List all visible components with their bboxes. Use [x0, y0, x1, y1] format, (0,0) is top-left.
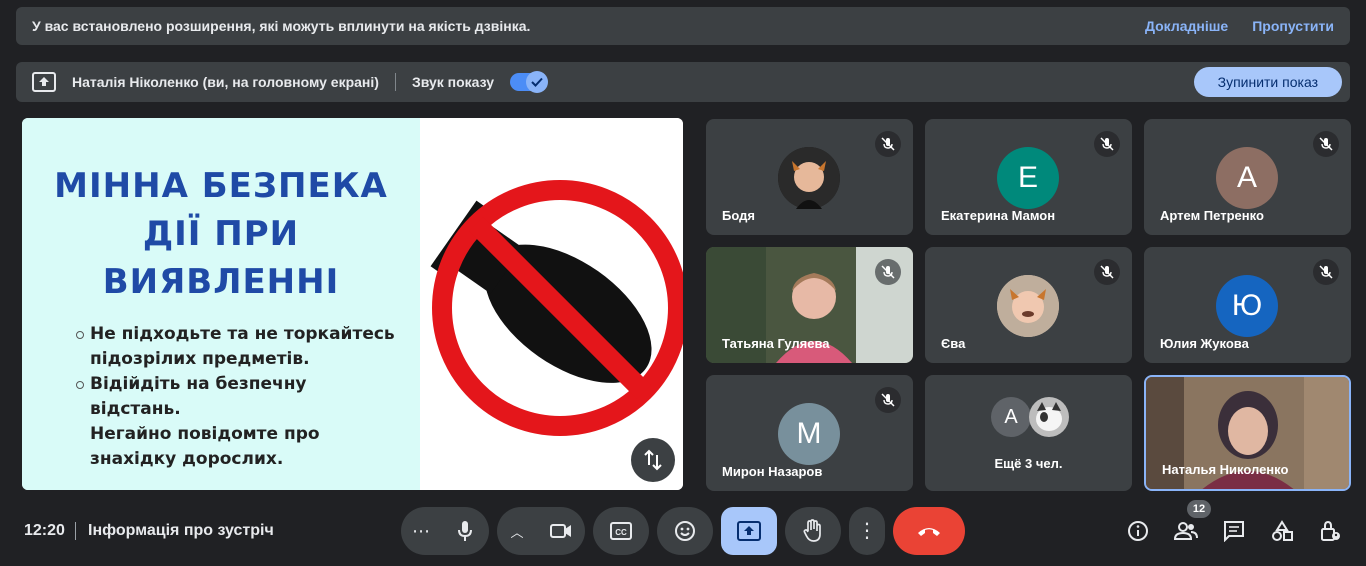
- slide-bullet: Відійдіть на безпечну: [76, 372, 416, 397]
- mic-icon: [458, 521, 472, 541]
- call-end-icon: [918, 528, 940, 536]
- slide-title-line: МІННА БЕЗПЕКА: [54, 166, 388, 206]
- mic-off-icon: [1313, 259, 1339, 285]
- meeting-details-button[interactable]: [1125, 518, 1151, 544]
- present-screen-icon: [32, 72, 56, 92]
- details-link[interactable]: Докладніше: [1145, 18, 1228, 34]
- participant-name: Єва: [941, 336, 966, 351]
- slide-text-panel: МІННА БЕЗПЕКА ДІЇ ПРИ ВИЯВЛЕННІ Не підхо…: [22, 118, 420, 490]
- slide-bullet: підозрілих предметів.: [90, 349, 310, 369]
- more-vert-icon: ⋮: [857, 520, 877, 542]
- camera-button[interactable]: [537, 507, 585, 555]
- extension-warning-text: У вас встановлено розширення, які можуть…: [32, 18, 531, 34]
- participant-tile[interactable]: Ю Юлия Жукова: [1144, 247, 1351, 363]
- swap-icon: [644, 449, 662, 471]
- participant-name: Юлия Жукова: [1160, 336, 1249, 351]
- slide-bullet: Негайно повідомте про: [90, 424, 320, 444]
- slide-bullet: Не підходьте та не торкайтесь: [76, 322, 416, 347]
- control-bar: 12:20 Інформація про зустріч ⋯ ︿ CC ⋮ 12: [0, 500, 1366, 566]
- chat-button[interactable]: [1221, 518, 1247, 544]
- participant-tile[interactable]: М Мирон Назаров: [706, 375, 913, 491]
- mic-off-icon: [1313, 131, 1339, 157]
- check-icon: [526, 71, 549, 93]
- hand-icon: [803, 519, 821, 542]
- more-options-button[interactable]: ⋮: [849, 507, 885, 555]
- mic-group: ⋯: [401, 507, 489, 555]
- slide-title-line: ВИЯВЛЕННІ: [102, 262, 340, 302]
- share-sound-toggle[interactable]: [510, 71, 549, 93]
- camera-group: ︿: [497, 507, 585, 555]
- people-icon: [1174, 522, 1198, 540]
- participant-tile[interactable]: Е Екатерина Мамон: [925, 119, 1132, 235]
- emoji-icon: [675, 521, 695, 541]
- mic-off-icon: [1094, 131, 1120, 157]
- extension-warning-banner: У вас встановлено розширення, які можуть…: [16, 7, 1350, 45]
- avatar: А: [991, 397, 1031, 437]
- slide-bullet: знахідку дорослих.: [90, 449, 284, 469]
- lock-person-icon: [1321, 520, 1340, 541]
- stop-presenting-button[interactable]: Зупинити показ: [1193, 67, 1342, 97]
- skip-link[interactable]: Пропустити: [1252, 18, 1334, 34]
- presenter-label: Наталія Ніколенко (ви, на головному екра…: [72, 74, 379, 90]
- divider: [75, 522, 76, 540]
- mic-off-icon: [875, 387, 901, 413]
- participant-name: Артем Петренко: [1160, 208, 1264, 223]
- avatar: [1029, 397, 1069, 437]
- chevron-up-icon[interactable]: ︿: [497, 522, 537, 541]
- activities-button[interactable]: [1269, 518, 1295, 544]
- present-screen-button[interactable]: [721, 507, 777, 555]
- host-controls-button[interactable]: [1317, 518, 1343, 544]
- reactions-button[interactable]: [657, 507, 713, 555]
- share-sound-label: Звук показу: [411, 74, 495, 90]
- more-audio-options-button[interactable]: ⋯: [401, 521, 441, 542]
- svg-text:CC: CC: [615, 528, 627, 537]
- participant-name: Наталья Николенко: [1162, 462, 1289, 477]
- shapes-icon: [1272, 520, 1293, 541]
- closed-captions-icon: CC: [610, 522, 632, 540]
- mic-button[interactable]: [441, 507, 489, 555]
- leave-call-button[interactable]: [893, 507, 965, 555]
- participant-name: Мирон Назаров: [722, 464, 823, 479]
- participant-tile[interactable]: Єва: [925, 247, 1132, 363]
- shared-screen: МІННА БЕЗПЕКА ДІЇ ПРИ ВИЯВЛЕННІ Не підхо…: [22, 118, 683, 490]
- info-icon: [1128, 521, 1148, 541]
- captions-button[interactable]: CC: [593, 507, 649, 555]
- participant-tile-self[interactable]: Наталья Николенко: [1144, 375, 1351, 491]
- avatar: Е: [997, 147, 1059, 209]
- mic-off-icon: [1094, 259, 1120, 285]
- swap-layout-button[interactable]: [631, 438, 675, 482]
- people-button[interactable]: [1173, 518, 1199, 544]
- presenting-bar: Наталія Ніколенко (ви, на головному екра…: [16, 62, 1350, 102]
- meeting-clock: 12:20: [24, 522, 65, 539]
- participant-tile[interactable]: Татьяна Гуляева: [706, 247, 913, 363]
- slide-bullets: Не підходьте та не торкайтесь підозрілих…: [76, 322, 416, 472]
- more-participants-label: Ещё 3 чел.: [994, 456, 1063, 471]
- avatar: [997, 275, 1059, 337]
- avatar: [778, 147, 840, 209]
- slide-title-line: ДІЇ ПРИ: [142, 214, 300, 254]
- camera-icon: [550, 524, 571, 538]
- slide-bullet: відстань.: [90, 399, 181, 419]
- avatar: А: [1216, 147, 1278, 209]
- present-screen-icon: [737, 521, 761, 541]
- participant-name: Екатерина Мамон: [941, 208, 1056, 223]
- raise-hand-button[interactable]: [785, 507, 841, 555]
- meeting-info-link[interactable]: Інформація про зустріч: [88, 522, 274, 540]
- mic-off-icon: [875, 259, 901, 285]
- more-participants-tile[interactable]: А Ещё 3 чел.: [925, 375, 1132, 491]
- participant-name: Татьяна Гуляева: [722, 336, 830, 351]
- participant-name: Бодя: [722, 208, 755, 223]
- avatar: М: [778, 403, 840, 465]
- participant-tile[interactable]: А Артем Петренко: [1144, 119, 1351, 235]
- slide-title: МІННА БЕЗПЕКА ДІЇ ПРИ ВИЯВЛЕННІ: [22, 162, 420, 306]
- participant-tile[interactable]: Бодя: [706, 119, 913, 235]
- avatar: Ю: [1216, 275, 1278, 337]
- participant-count-badge: 12: [1187, 500, 1211, 518]
- no-bomb-icon: [420, 118, 683, 490]
- chat-icon: [1224, 521, 1244, 542]
- divider: [394, 73, 396, 91]
- mic-off-icon: [875, 131, 901, 157]
